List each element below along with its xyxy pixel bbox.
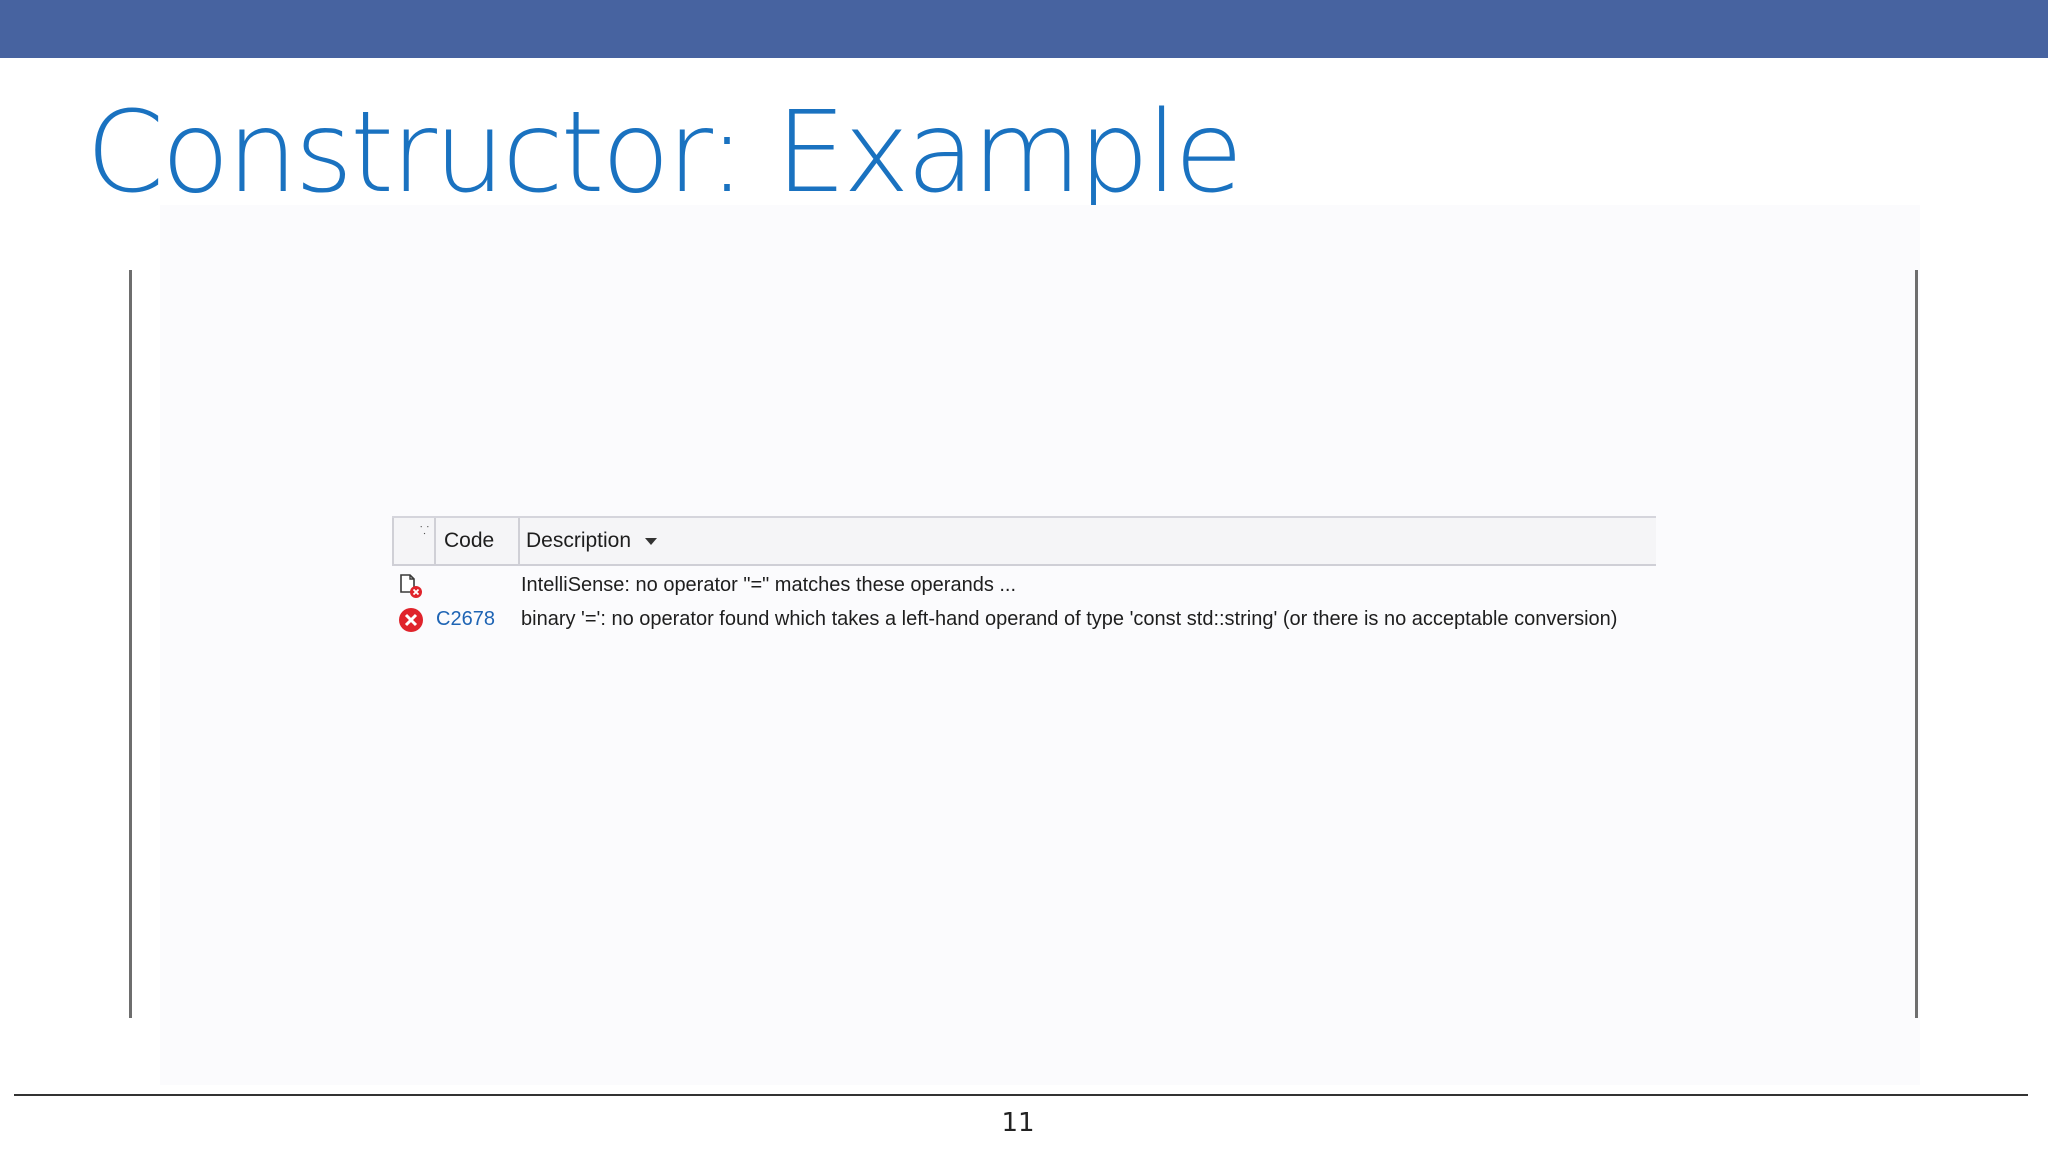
top-accent-bar <box>0 0 2048 58</box>
error-list: ⸪ Code Description IntelliSense: no oper… <box>392 516 1656 636</box>
left-frame-line <box>129 270 132 1018</box>
error-circle-icon <box>399 608 423 632</box>
error-row[interactable]: C2678 binary '=': no operator found whic… <box>392 602 1656 636</box>
page-number: 11 <box>1001 1108 1035 1138</box>
sort-descending-icon[interactable] <box>645 537 658 545</box>
screenshot-panel <box>160 205 1920 1085</box>
column-header-description-label: Description <box>526 529 632 552</box>
error-description: binary '=': no operator found which take… <box>521 608 1618 630</box>
footer-divider <box>14 1094 2028 1096</box>
error-list-header: ⸪ Code Description <box>392 516 1656 566</box>
column-header-description[interactable]: Description <box>518 518 1656 564</box>
column-header-code[interactable]: Code <box>434 518 518 564</box>
intellisense-error-icon <box>400 574 422 598</box>
column-filter-icon: ⸪ <box>420 525 430 537</box>
error-code[interactable]: C2678 <box>436 602 495 636</box>
column-header-icon[interactable]: ⸪ <box>392 518 436 564</box>
error-row[interactable]: IntelliSense: no operator "=" matches th… <box>392 568 1656 602</box>
right-frame-line <box>1915 270 1918 1018</box>
error-description: IntelliSense: no operator "=" matches th… <box>521 574 1017 596</box>
slide-title: Constructor: Example <box>86 88 1243 218</box>
